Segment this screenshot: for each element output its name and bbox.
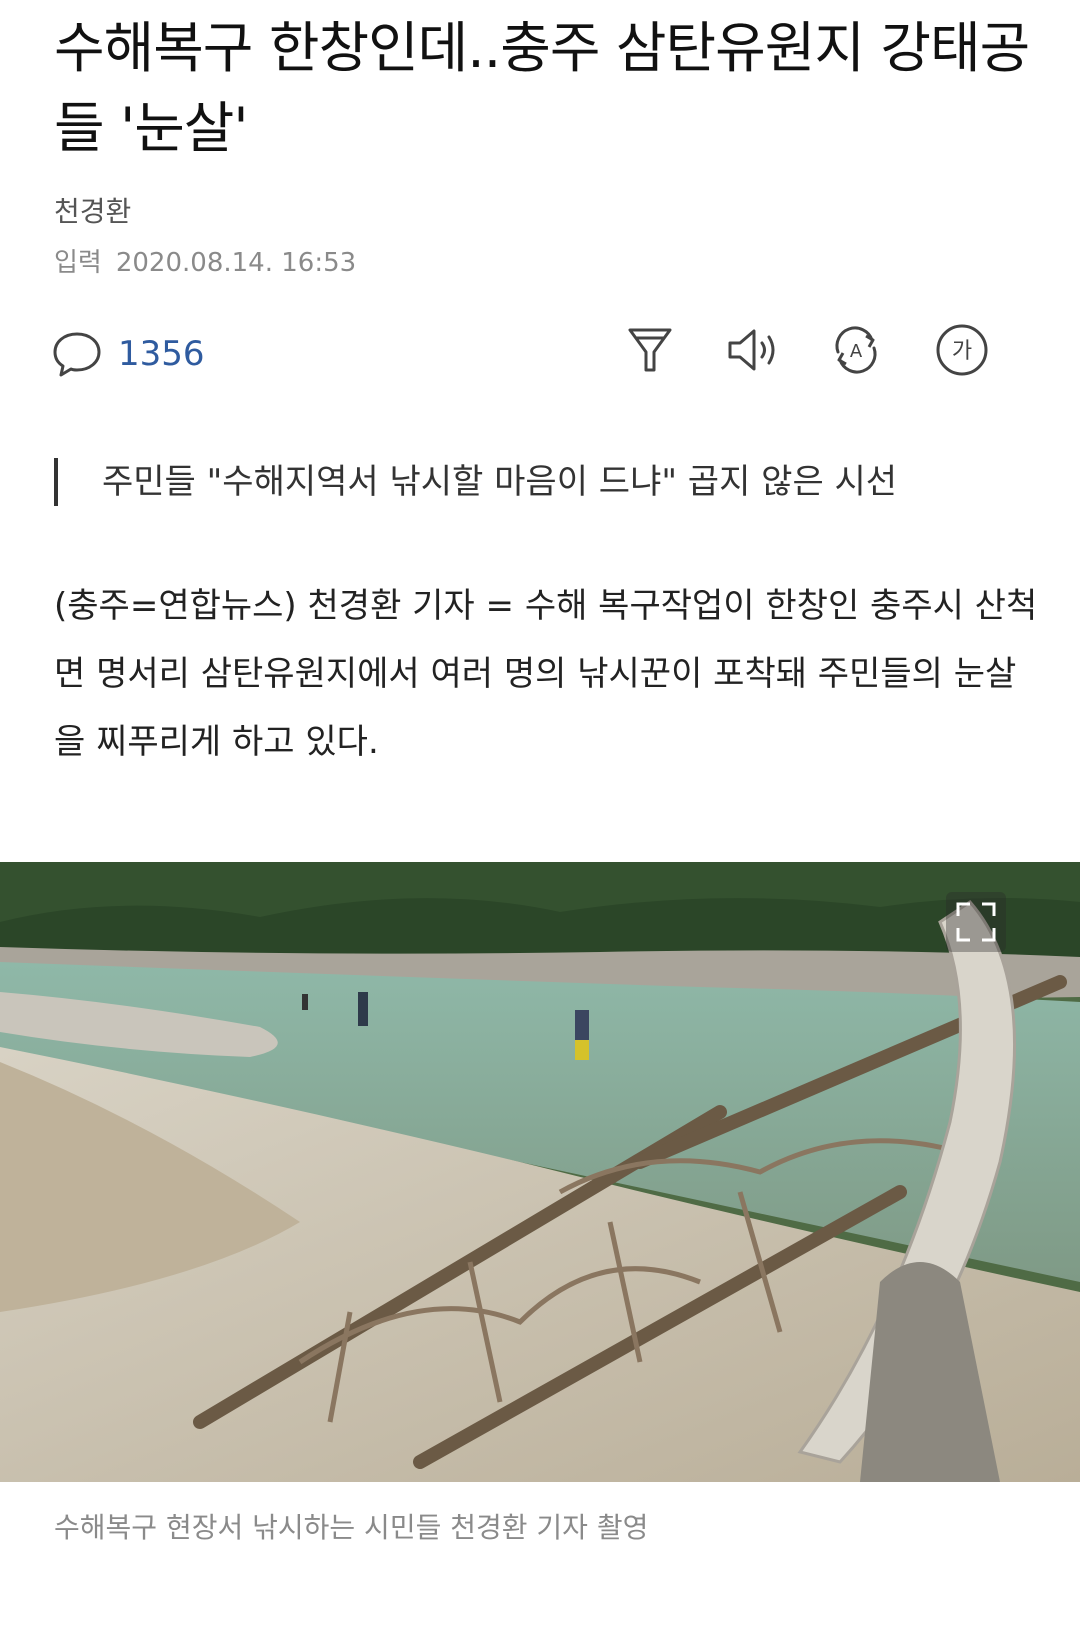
photo-caption: 수해복구 현장서 낚시하는 시민들 천경환 기자 촬영 xyxy=(54,1511,649,1544)
font-size-glyph: 가 xyxy=(952,339,972,364)
article-subheading: 주민들 "수해지역서 낚시할 마음이 드냐" 곱지 않은 시선 xyxy=(54,458,1054,506)
comment-button[interactable]: 1356 xyxy=(52,324,205,384)
comment-icon xyxy=(53,332,101,377)
font-size-icon[interactable]: 가 xyxy=(934,322,990,378)
article-photo[interactable] xyxy=(0,862,1080,1482)
date-label: 입력 xyxy=(54,248,102,278)
speaker-icon[interactable] xyxy=(724,322,780,378)
comment-count: 1356 xyxy=(118,334,205,374)
summary-icon[interactable] xyxy=(622,322,678,378)
article-toolbar: 1356 A 가 xyxy=(0,318,1080,390)
article-title: 수해복구 한창인데..충주 삼탄유원지 강태공들 '눈살' xyxy=(54,16,1030,160)
translate-icon[interactable]: A xyxy=(828,322,884,378)
author-name[interactable]: 천경환 xyxy=(54,190,131,230)
translate-glyph: A xyxy=(850,341,863,362)
dateline: 입력 2020.08.14. 16:53 xyxy=(54,242,356,279)
expand-photo-button[interactable] xyxy=(946,892,1006,952)
date-value: 2020.08.14. 16:53 xyxy=(115,248,357,278)
fullscreen-icon xyxy=(956,902,996,942)
article-body: (충주=연합뉴스) 천경환 기자 = 수해 복구작업이 한창인 충주시 산척면 … xyxy=(54,586,1038,762)
